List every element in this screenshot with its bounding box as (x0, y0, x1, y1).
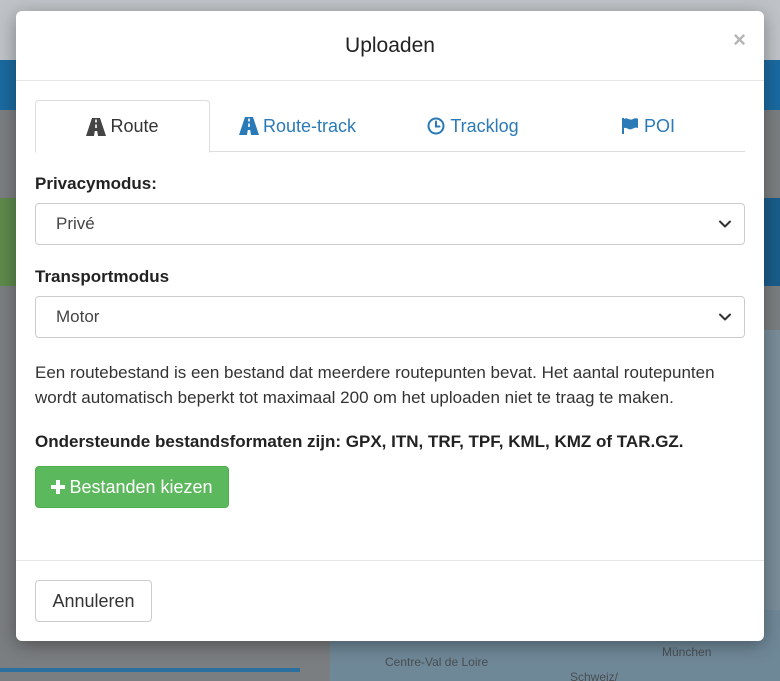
modal-header: Uploaden × (16, 11, 764, 81)
upload-modal: Uploaden × Route Route-track Tracklog PO… (16, 11, 764, 641)
tab-route[interactable]: Route (35, 100, 210, 153)
privacy-selected-value: Privé (56, 214, 95, 233)
tab-label: POI (643, 115, 675, 136)
chevron-down-icon (719, 313, 731, 321)
road-icon (86, 117, 107, 137)
tab-poi[interactable]: POI (560, 100, 735, 152)
modal-footer: Annuleren (16, 560, 764, 641)
flag-icon (620, 116, 640, 136)
chevron-down-icon (719, 220, 731, 228)
route-info-text: Een routebestand is een bestand dat meer… (35, 363, 715, 407)
upload-type-tabs: Route Route-track Tracklog POI (35, 100, 745, 153)
tab-label: Tracklog (450, 115, 519, 136)
tab-tracklog[interactable]: Tracklog (385, 100, 560, 152)
modal-title: Uploaden (345, 33, 435, 57)
background-progress-line (0, 668, 300, 672)
map-label: München (662, 645, 712, 659)
transport-selected-value: Motor (56, 307, 100, 326)
close-icon[interactable]: × (733, 29, 746, 51)
tab-label: Route-track (262, 115, 357, 136)
privacy-label: Privacymodus: (35, 174, 157, 193)
privacy-select[interactable]: Privé (35, 203, 745, 245)
tab-route-track[interactable]: Route-track (210, 100, 385, 152)
map-label: Centre-Val de Loire (385, 655, 489, 669)
transport-label: Transportmodus (35, 267, 170, 286)
road-icon (238, 116, 259, 136)
transport-select[interactable]: Motor (35, 296, 745, 338)
map-label: Schweiz/ (570, 670, 619, 681)
choose-files-button[interactable]: Bestanden kiezen (35, 466, 229, 508)
supported-formats-text: Ondersteunde bestandsformaten zijn: GPX,… (35, 432, 684, 451)
cancel-button[interactable]: Annuleren (35, 580, 152, 622)
tab-label: Route (110, 116, 159, 136)
choose-files-label: Bestanden kiezen (69, 476, 213, 497)
modal-body: Route Route-track Tracklog POI Privacymo… (16, 81, 764, 508)
clock-icon (426, 116, 446, 136)
plus-icon (51, 480, 66, 494)
